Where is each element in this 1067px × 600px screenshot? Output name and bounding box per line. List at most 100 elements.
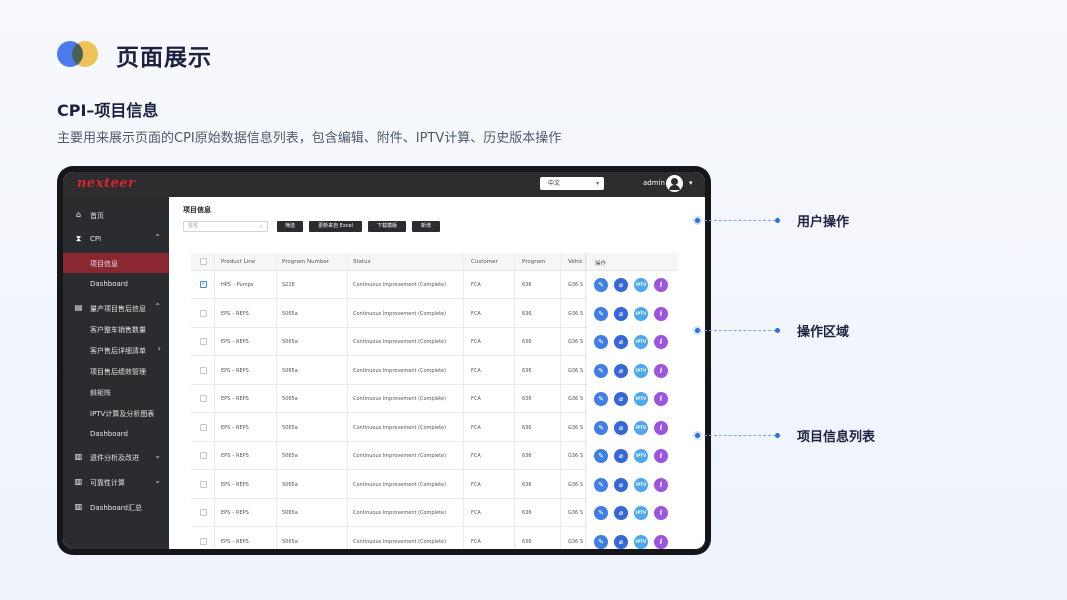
info-icon[interactable]: i bbox=[654, 278, 668, 292]
sidebar-item[interactable]: ⌂ 首页 bbox=[63, 205, 169, 225]
search-input[interactable]: 框框 ⌕ bbox=[183, 221, 268, 232]
row-checkbox[interactable] bbox=[200, 366, 207, 374]
row-checkbox[interactable] bbox=[200, 509, 207, 516]
attachment-icon[interactable]: ⌀ bbox=[614, 278, 628, 292]
cell-program-number: 5065a bbox=[282, 310, 298, 317]
iptv-icon[interactable]: IPTV bbox=[634, 449, 648, 463]
chevron-down-icon: ⌄ bbox=[154, 476, 161, 485]
section-description: 主要用来展示页面的CPI原始数据信息列表，包含编辑、附件、IPTV计算、历史版本… bbox=[57, 131, 562, 146]
cell-status: Continuous Improvement (Complete) bbox=[353, 424, 447, 431]
cell-product-line: EPS – REPS bbox=[221, 538, 249, 545]
column-header[interactable]: Product Line bbox=[221, 259, 255, 265]
attachment-icon[interactable]: ⌀ bbox=[614, 420, 628, 435]
filter-button[interactable]: 筛选 bbox=[277, 221, 303, 232]
sidebar-item[interactable]: ▤ 量产项目售后信息 ⌃ bbox=[63, 298, 169, 318]
row-checkbox[interactable] bbox=[200, 452, 207, 459]
iptv-icon[interactable]: IPTV bbox=[634, 363, 648, 378]
sidebar-item[interactable]: 斜矩阵 bbox=[63, 382, 169, 402]
callout-line-user-ops bbox=[704, 220, 776, 221]
download-template-button[interactable]: 下载模版 bbox=[368, 221, 406, 232]
iptv-icon[interactable]: IPTV bbox=[634, 534, 648, 549]
row-checkbox[interactable] bbox=[200, 537, 207, 545]
row-checkbox[interactable] bbox=[200, 280, 207, 288]
device-frame: nexteer 中文 ▾ admin ▾ ⌂ 首页 ⧗ CPI ⌃ 项目信息 Dashboa… bbox=[57, 166, 711, 555]
sidebar-item[interactable]: ⧗ CPI ⌃ bbox=[63, 229, 169, 249]
info-icon[interactable]: i bbox=[654, 449, 668, 463]
add-button[interactable]: 新增 bbox=[412, 221, 440, 232]
cell-vehicle: G36 S bbox=[568, 453, 583, 459]
edit-icon[interactable]: ✎ bbox=[594, 477, 608, 492]
sidebar-item[interactable]: 客户售后详细清单 › bbox=[63, 340, 169, 360]
info-icon[interactable]: i bbox=[654, 363, 668, 378]
edit-icon[interactable]: ✎ bbox=[594, 363, 608, 378]
attachment-icon[interactable]: ⌀ bbox=[614, 306, 628, 321]
chevron-up-icon: ⌃ bbox=[154, 302, 161, 311]
column-header[interactable]: Program bbox=[522, 259, 545, 265]
iptv-icon[interactable]: IPTV bbox=[634, 506, 648, 520]
nexteer-logo: nexteer bbox=[77, 176, 136, 191]
sidebar-item[interactable]: ▥ 可靠性计算 ⌄ bbox=[63, 472, 169, 492]
column-header[interactable]: 操作 bbox=[595, 259, 606, 267]
attachment-icon[interactable]: ⌀ bbox=[614, 363, 628, 378]
iptv-icon[interactable]: IPTV bbox=[634, 477, 648, 492]
cell-vehicle: G36 S bbox=[568, 510, 583, 516]
edit-icon[interactable]: ✎ bbox=[594, 278, 608, 292]
info-icon[interactable]: i bbox=[654, 534, 668, 549]
edit-icon[interactable]: ✎ bbox=[594, 306, 608, 321]
info-icon[interactable]: i bbox=[654, 335, 668, 349]
sidebar-item[interactable]: Dashboard bbox=[63, 424, 169, 444]
cell-program: 636 bbox=[522, 424, 532, 431]
info-icon[interactable]: i bbox=[654, 392, 668, 406]
iptv-icon[interactable]: IPTV bbox=[634, 420, 648, 435]
sidebar-item[interactable]: Dashboard bbox=[63, 274, 169, 294]
edit-icon[interactable]: ✎ bbox=[594, 449, 608, 463]
edit-icon[interactable]: ✎ bbox=[594, 534, 608, 549]
import-excel-button[interactable]: 更新来自 Excel bbox=[309, 221, 362, 232]
sidebar-item-label: Dashboard bbox=[90, 280, 128, 288]
cell-vehicle: G36 S bbox=[568, 538, 583, 545]
column-header[interactable]: Program Number bbox=[282, 259, 329, 265]
attachment-icon[interactable]: ⌀ bbox=[614, 534, 628, 549]
row-checkbox[interactable] bbox=[200, 338, 207, 345]
language-select[interactable]: 中文 ▾ bbox=[540, 177, 604, 190]
row-checkbox[interactable] bbox=[200, 309, 207, 317]
sidebar-item[interactable]: 项目信息 bbox=[63, 253, 169, 273]
edit-icon[interactable]: ✎ bbox=[594, 420, 608, 435]
attachment-icon[interactable]: ⌀ bbox=[614, 449, 628, 463]
row-checkbox[interactable] bbox=[200, 423, 207, 431]
iptv-icon[interactable]: IPTV bbox=[634, 306, 648, 321]
attachment-icon[interactable]: ⌀ bbox=[614, 477, 628, 492]
attachment-icon[interactable]: ⌀ bbox=[614, 335, 628, 349]
info-icon[interactable]: i bbox=[654, 306, 668, 321]
iptv-icon[interactable]: IPTV bbox=[634, 278, 648, 292]
column-header[interactable]: Status bbox=[353, 259, 371, 265]
row-checkbox[interactable] bbox=[200, 395, 207, 402]
hourglass-icon: ⧗ bbox=[75, 234, 82, 243]
sidebar-item[interactable]: 项目售后绩效管理 bbox=[63, 361, 169, 381]
attachment-icon[interactable]: ⌀ bbox=[614, 392, 628, 406]
column-divider bbox=[514, 253, 515, 549]
edit-icon[interactable]: ✎ bbox=[594, 335, 608, 349]
column-header[interactable]: Vehic bbox=[568, 259, 583, 265]
info-icon[interactable]: i bbox=[654, 420, 668, 435]
avatar[interactable] bbox=[666, 175, 683, 192]
user-name[interactable]: admin bbox=[643, 179, 665, 187]
info-icon[interactable]: i bbox=[654, 477, 668, 492]
cell-status: Continuous Improvement (Complete) bbox=[353, 282, 447, 288]
info-icon[interactable]: i bbox=[654, 506, 668, 520]
edit-icon[interactable]: ✎ bbox=[594, 392, 608, 406]
row-checkbox[interactable] bbox=[200, 480, 207, 488]
column-header[interactable]: Customer bbox=[471, 259, 498, 265]
sidebar-item[interactable]: ▥ 遗件分析及改进 ⌄ bbox=[63, 447, 169, 467]
select-all-checkbox[interactable] bbox=[200, 258, 207, 265]
sidebar-item[interactable]: ▥ Dashboard汇总 bbox=[63, 497, 169, 517]
iptv-icon[interactable]: IPTV bbox=[634, 335, 648, 349]
cell-status: Continuous Improvement (Complete) bbox=[353, 367, 447, 374]
iptv-icon[interactable]: IPTV bbox=[634, 392, 648, 406]
attachment-icon[interactable]: ⌀ bbox=[614, 506, 628, 520]
sidebar-item[interactable]: 客户整车销售数量 bbox=[63, 319, 169, 339]
user-menu-caret-icon[interactable]: ▾ bbox=[689, 179, 693, 187]
sidebar-item[interactable]: IPTV计算及分析图表 bbox=[63, 403, 169, 423]
cell-program-number: 5065a bbox=[282, 481, 298, 488]
edit-icon[interactable]: ✎ bbox=[594, 506, 608, 520]
